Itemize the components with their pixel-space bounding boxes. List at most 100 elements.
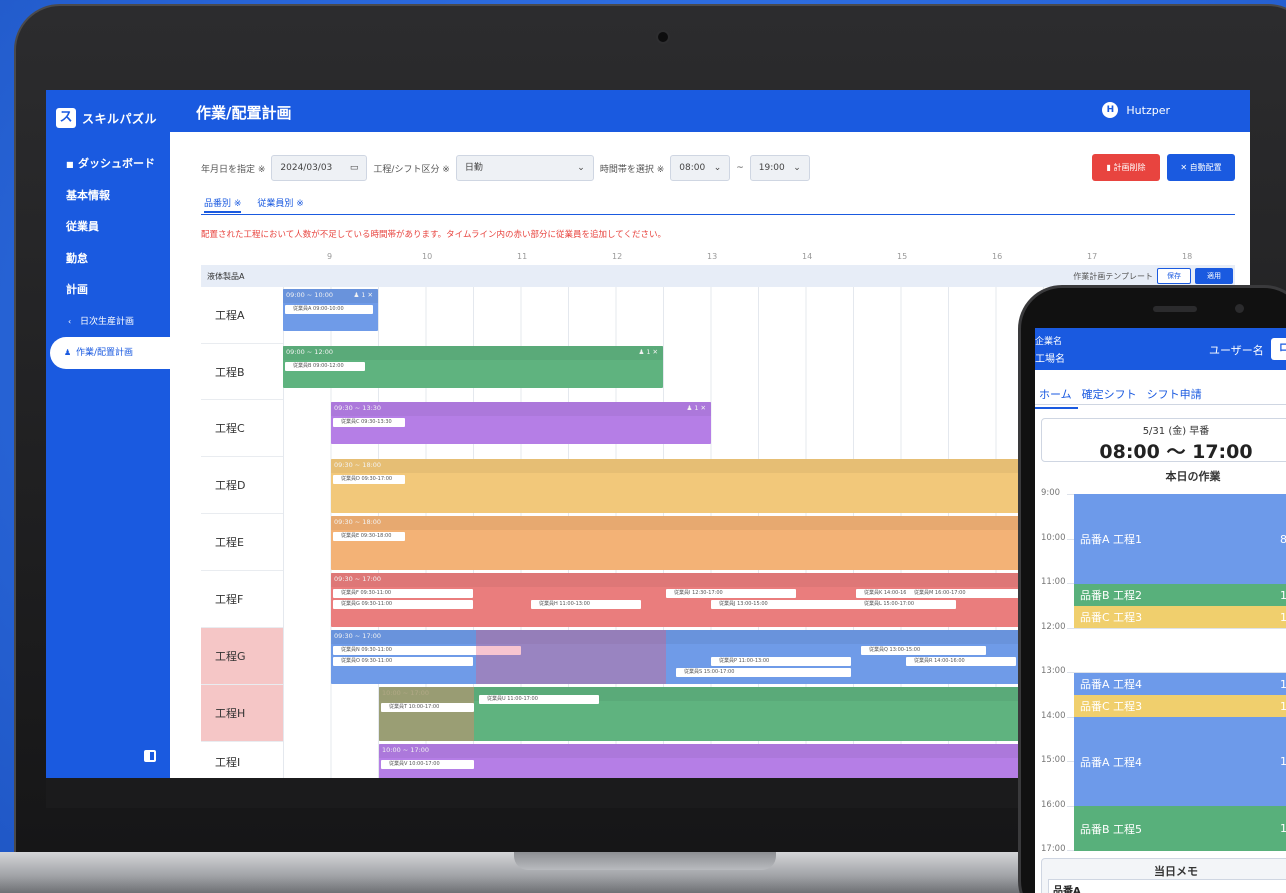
hour-label: 13:00 (1041, 666, 1066, 676)
tab-by-part[interactable]: 品番別 ※ (204, 196, 242, 213)
mobile-task-time: 12:3 (1280, 610, 1286, 624)
tab-confirmed-shift[interactable]: 確定シフト (1078, 384, 1143, 409)
hour-label: 15:00 (1041, 755, 1066, 765)
sidebar-collapse-icon[interactable] (144, 750, 156, 762)
hour-label: 9:00 (1041, 488, 1061, 498)
employee-assignment-chip[interactable]: 従業員O 09:30-11:00 (333, 657, 473, 666)
today-work-title: 本日の作業 (1165, 470, 1221, 483)
mobile-task-block[interactable]: 品番B 工程2 12:0 (1074, 584, 1286, 606)
hour-tick-label: 9 (327, 252, 333, 261)
shift-select[interactable]: 日勤 ⌄ (455, 155, 594, 181)
hour-tick-label: 13 (707, 252, 718, 261)
memo-title: 当日メモ (1154, 865, 1198, 878)
mobile-tabs-divider (1035, 404, 1286, 405)
date-label: 年月日を指定 ※ (201, 164, 266, 175)
mobile-task-block[interactable]: 品番C 工程3 13:3 (1074, 695, 1286, 717)
employee-assignment-chip[interactable]: 従業員C 09:30-13:30 (333, 418, 405, 427)
employee-assignment-chip[interactable]: 従業員P 11:00-13:00 (711, 657, 851, 666)
employee-assignment-chip[interactable]: 従業員D 09:30-17:00 (333, 475, 405, 484)
mobile-header: 企業名 工場名 ユーザー名 ロ (1035, 328, 1286, 370)
employee-assignment-chip[interactable]: 従業員S 15:00-17:00 (676, 668, 851, 677)
time-separator: ~ (736, 163, 744, 173)
employee-assignment-chip[interactable]: 従業員A 09:00-10:00 (285, 305, 373, 314)
employee-assignment-chip[interactable]: 従業員V 10:00-17:00 (381, 760, 474, 769)
user-name: Hutzper (1126, 103, 1170, 117)
employee-assignment-chip[interactable]: 従業員H 11:00-13:00 (531, 600, 641, 609)
mobile-task-block[interactable]: 品番A 工程4 14:0 (1074, 717, 1286, 806)
mobile-task-block[interactable]: 品番A 工程1 8:0 (1074, 494, 1286, 584)
process-row-label: 工程D (201, 457, 283, 514)
tab-home[interactable]: ホーム (1035, 384, 1078, 409)
time-to-select[interactable]: 19:00 ⌄ (749, 155, 810, 181)
hour-label: 16:00 (1041, 799, 1066, 810)
employee-assignment-chip[interactable]: 従業員U 11:00-17:00 (479, 695, 599, 704)
avatar: H (1102, 102, 1119, 118)
task-bar[interactable]: 09:30 ~ 13:30 ♟ 1 ✕ 従業員C 09:30-13:30 (331, 402, 711, 444)
sidebar-item-label: ダッシュボード (78, 157, 155, 170)
tab-shift-request[interactable]: シフト申請 (1143, 384, 1208, 409)
template-save-button[interactable]: 保存 (1157, 268, 1191, 284)
sidebar-item-label: 計画 (66, 283, 88, 296)
employee-assignment-chip[interactable]: 従業員F 09:30-11:00 (333, 589, 473, 598)
camera-icon (656, 30, 670, 44)
memo-body[interactable]: 品番A (1048, 879, 1286, 893)
hour-tick-label: 17 (1087, 252, 1098, 261)
time-from-select[interactable]: 08:00 ⌄ (670, 155, 731, 181)
employee-assignment-chip[interactable]: 従業員R 14:00-16:00 (906, 657, 1016, 666)
mobile-task-label: 品番B 工程2 (1080, 589, 1143, 602)
app-logo[interactable]: ス スキルパズル (56, 108, 157, 128)
mobile-user-name: ユーザー名 (1209, 344, 1264, 357)
mobile-task-time: 8:0 (1280, 532, 1286, 546)
sidebar-item-plan[interactable]: 計画 (46, 274, 170, 306)
product-group-name: 液体製品A (207, 272, 245, 281)
sidebar-item-label: 作業/配置計画 (76, 348, 134, 358)
task-headcount: ♟ 1 ✕ (686, 404, 706, 412)
process-row-label: 工程C (201, 400, 283, 457)
task-bar[interactable]: 09:00 ~ 10:00 ♟ 1 ✕ 従業員A 09:00-10:00 (283, 289, 378, 331)
task-bar[interactable]: 09:00 ~ 12:00 ♟ 1 ✕ 従業員B 09:00-12:00 (283, 346, 663, 388)
sidebar-item-dashboard[interactable]: ■ ダッシュボード (46, 148, 170, 180)
time-to-value: 19:00 (758, 163, 785, 173)
auto-place-button[interactable]: ✕ 自動配置 (1167, 154, 1235, 181)
employee-assignment-chip[interactable]: 従業員I 12:30-17:00 (666, 589, 796, 598)
person-icon: ♟ (64, 348, 72, 357)
memo-card: 当日メモ 品番A (1041, 858, 1286, 893)
sidebar-item-employees[interactable]: 従業員 (46, 211, 170, 243)
hour-tick-label: 11 (517, 252, 528, 261)
sidebar-item-label: 日次生産計画 (80, 316, 135, 327)
phone-frame: 企業名 工場名 ユーザー名 ロ ホーム 確定シフト シフト申請 5/31 (金)… (1018, 285, 1286, 893)
chevron-down-icon: ⌄ (793, 163, 801, 173)
auto-place-label: 自動配置 (1189, 163, 1222, 172)
factory-name: 工場名 (1035, 354, 1065, 365)
filter-toolbar: 年月日を指定 ※ 2024/03/03 ▭ 工程/シフト区分 ※ 日勤 ⌄ 時間… (201, 154, 810, 182)
employee-assignment-chip[interactable]: 従業員B 09:00-12:00 (285, 362, 365, 371)
sidebar-item-work-placement[interactable]: ♟ 作業/配置計画 (50, 337, 170, 369)
sidebar-item-basic-info[interactable]: 基本情報 (46, 180, 170, 212)
mobile-task-label: 品番C 工程3 (1080, 700, 1143, 713)
warning-message: 配置された工程において人数が不足している時間帯があります。タイムライン内の赤い部… (201, 230, 667, 240)
user-menu[interactable]: H Hutzper (1102, 102, 1170, 118)
tab-by-employee[interactable]: 従業員別 ※ (257, 196, 303, 213)
process-row-label: 工程H (201, 685, 283, 742)
sidebar-item-daily-production[interactable]: ‹ 日次生産計画 (46, 306, 170, 338)
mobile-task-block[interactable]: 品番C 工程3 12:3 (1074, 606, 1286, 628)
logout-button[interactable]: ロ (1271, 338, 1286, 360)
date-field[interactable]: 2024/03/03 ▭ (271, 155, 368, 181)
sidebar-item-label: 従業員 (66, 220, 99, 233)
template-label: 作業計画テンプレート (1073, 272, 1153, 281)
employee-assignment-chip[interactable]: 従業員E 09:30-18:00 (333, 532, 405, 541)
sidebar-item-attendance[interactable]: 勤怠 (46, 243, 170, 275)
product-group-row: 液体製品A 作業計画テンプレート 保存 適用 (201, 265, 1235, 287)
chevron-left-icon: ‹ (68, 316, 72, 326)
delete-plan-button[interactable]: ▮ 計画削除 (1092, 154, 1160, 181)
employee-assignment-chip[interactable]: 従業員L 15:00-17:00 (856, 600, 956, 609)
mobile-task-block[interactable]: 品番B 工程5 16:0 (1074, 806, 1286, 851)
employee-assignment-chip[interactable]: 従業員G 09:30-11:00 (333, 600, 473, 609)
sidebar-nav: ■ ダッシュボード 基本情報 従業員 勤怠 計画 ‹ 日次生産計画 ♟ 作業/配置計画 (46, 148, 170, 369)
mobile-task-block[interactable]: 品番A 工程4 13:0 (1074, 673, 1286, 695)
employee-assignment-chip[interactable]: 従業員Q 13:00-15:00 (861, 646, 986, 655)
view-tabs: 品番別 ※ 従業員別 ※ (204, 196, 304, 213)
employee-assignment-chip[interactable]: 従業員T 10:00-17:00 (381, 703, 474, 712)
template-apply-button[interactable]: 適用 (1195, 268, 1233, 284)
employee-assignment-chip[interactable]: 従業員M 16:00-17:00 (906, 589, 1031, 598)
